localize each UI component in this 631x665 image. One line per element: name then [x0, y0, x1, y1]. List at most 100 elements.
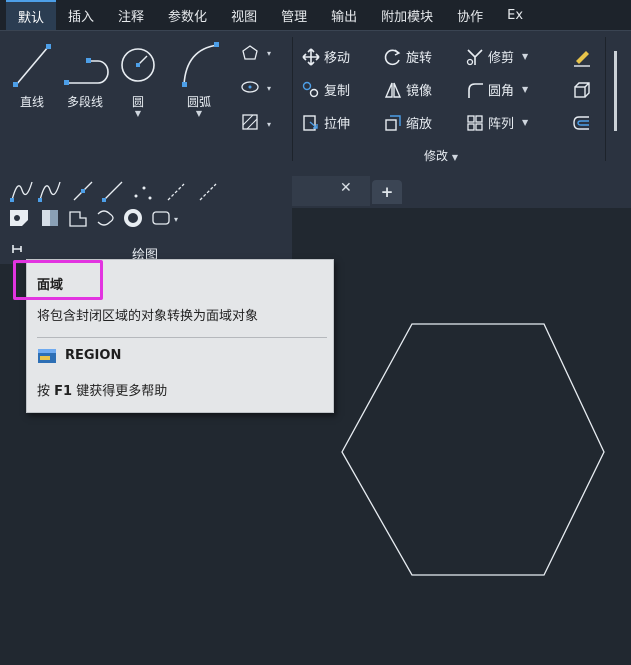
tab-view[interactable]: 视图	[219, 0, 269, 30]
wipeout-icon[interactable]: ▾	[152, 211, 178, 225]
array-button[interactable]: 阵列 ▼	[466, 113, 528, 132]
hexagon-shape[interactable]	[330, 310, 612, 580]
divide-icon[interactable]	[167, 183, 185, 201]
modify-panel-title[interactable]: 修改 ▼	[424, 147, 458, 164]
plus-icon: +	[380, 183, 394, 201]
spline-fit-icon[interactable]	[10, 181, 33, 202]
copy-button[interactable]: 复制	[302, 80, 350, 99]
tab-annotate[interactable]: 注释	[106, 0, 156, 30]
tab-default[interactable]: 默认	[6, 0, 57, 30]
trim-dropdown-icon[interactable]: ▼	[522, 52, 528, 61]
ray-icon[interactable]	[102, 181, 123, 202]
command-icon	[38, 349, 56, 363]
line-icon	[13, 44, 51, 87]
panel-separator	[292, 37, 293, 161]
region-tooltip: 面域 将包含封闭区域的对象转换为面域对象 REGION 按 F1 键获得更多帮助	[13, 259, 334, 413]
donut-icon[interactable]	[124, 209, 142, 227]
circle-icon	[121, 48, 155, 82]
rotate-button[interactable]: 旋转	[384, 47, 432, 66]
annotation-panel-edge	[614, 51, 624, 131]
scale-label: 缩放	[406, 117, 433, 132]
tab-addins[interactable]: 附加模块	[369, 0, 445, 30]
multiple-points-icon[interactable]	[134, 186, 152, 200]
move-button[interactable]: 移动	[302, 47, 350, 66]
polyline-icon	[64, 58, 109, 85]
explode-icon[interactable]	[572, 80, 592, 100]
fillet-button[interactable]: 圆角 ▼	[466, 80, 528, 99]
rotate-icon	[384, 48, 401, 65]
stretch-button[interactable]: 拉伸	[302, 113, 350, 132]
circle-tool[interactable]: 圆 ▼	[118, 39, 158, 118]
circle-dropdown-icon[interactable]: ▼	[135, 110, 141, 118]
circle-label: 圆	[131, 95, 144, 109]
trim-icon	[466, 48, 483, 65]
array-icon	[467, 114, 483, 131]
trim-label: 修剪	[488, 51, 515, 66]
fillet-label: 圆角	[488, 84, 515, 99]
tab-express[interactable]: Ex	[495, 0, 535, 30]
draw-panel-expanded: ▾ 绘图	[0, 168, 292, 264]
gradient-icon[interactable]	[42, 210, 58, 226]
move-icon	[302, 47, 320, 66]
line-label: 直线	[19, 95, 44, 109]
help-key: F1	[54, 384, 73, 399]
region-icon[interactable]	[10, 210, 28, 226]
tooltip-description: 将包含封闭区域的对象转换为面域对象	[37, 309, 259, 324]
tab-output[interactable]: 输出	[319, 0, 369, 30]
copy-icon	[302, 81, 319, 97]
scale-button[interactable]: 缩放	[384, 113, 432, 132]
fillet-icon	[468, 82, 483, 98]
construction-line-icon[interactable]	[73, 181, 93, 201]
mirror-button[interactable]: 镜像	[384, 80, 432, 99]
polygon-icon[interactable]: ▾	[242, 45, 271, 60]
arc-label: 圆弧	[186, 95, 211, 109]
tab-insert[interactable]: 插入	[56, 0, 106, 30]
tooltip-help-text: 按 F1 键获得更多帮助	[37, 380, 167, 399]
tab-parametric[interactable]: 参数化	[156, 0, 219, 30]
array-dropdown-icon[interactable]: ▼	[522, 118, 528, 127]
close-icon[interactable]: ✕	[340, 180, 352, 196]
fillet-dropdown-icon[interactable]: ▼	[522, 85, 528, 94]
move-label: 移动	[324, 51, 351, 66]
hatch-icon[interactable]: ▾	[242, 114, 271, 130]
new-tab-button[interactable]: +	[372, 180, 402, 204]
pin-icon[interactable]	[10, 242, 24, 256]
measure-icon[interactable]	[199, 183, 217, 201]
line-tool[interactable]: 直线	[10, 39, 54, 110]
svg-text:▾: ▾	[174, 215, 178, 224]
erase-icon[interactable]	[572, 47, 592, 67]
array-label: 阵列	[488, 117, 515, 132]
arc-icon	[182, 42, 219, 87]
drawing-canvas-top[interactable]	[292, 208, 631, 264]
revision-cloud-icon[interactable]	[97, 210, 114, 226]
modify-dropdown-icon: ▼	[451, 153, 458, 162]
polyline-tool[interactable]: 多段线	[60, 39, 110, 110]
ribbon-tab-bar: 默认 插入 注释 参数化 视图 管理 输出 附加模块 协作 Ex	[0, 0, 631, 30]
ellipse-icon[interactable]: ▾	[241, 81, 271, 93]
tab-collaborate[interactable]: 协作	[445, 0, 495, 30]
ribbon: 直线 多段线 圆 ▼ 圆弧 ▼ ▾ ▾ ▾ 移动 旋转 修剪 ▼ 复制 镜像 圆…	[0, 30, 631, 168]
svg-text:▾: ▾	[267, 49, 271, 58]
spline-cv-icon[interactable]	[38, 181, 61, 202]
trim-button[interactable]: 修剪 ▼	[466, 47, 528, 66]
modify-title-label: 修改	[424, 149, 449, 163]
svg-text:▾: ▾	[267, 84, 271, 93]
boundary-icon[interactable]	[69, 211, 87, 227]
offset-icon[interactable]	[572, 113, 592, 133]
document-tab[interactable]	[292, 176, 370, 206]
arc-dropdown-icon[interactable]: ▼	[196, 110, 202, 118]
draw-small-tools: ▾ ▾ ▾	[241, 45, 271, 130]
stretch-label: 拉伸	[324, 117, 351, 132]
help-suffix: 键获得更多帮助	[76, 384, 168, 399]
scale-icon	[385, 114, 401, 131]
arc-tool[interactable]: 圆弧 ▼	[176, 39, 222, 118]
mirror-icon	[384, 82, 402, 98]
draw-expanded-row2: ▾	[10, 209, 178, 227]
svg-text:▾: ▾	[267, 120, 271, 129]
mirror-label: 镜像	[406, 84, 433, 99]
tab-manage[interactable]: 管理	[269, 0, 319, 30]
document-tab-strip: ✕ +	[292, 168, 631, 208]
tooltip-command-name: REGION	[65, 348, 122, 363]
tooltip-divider	[37, 337, 327, 338]
polyline-label: 多段线	[66, 95, 103, 109]
